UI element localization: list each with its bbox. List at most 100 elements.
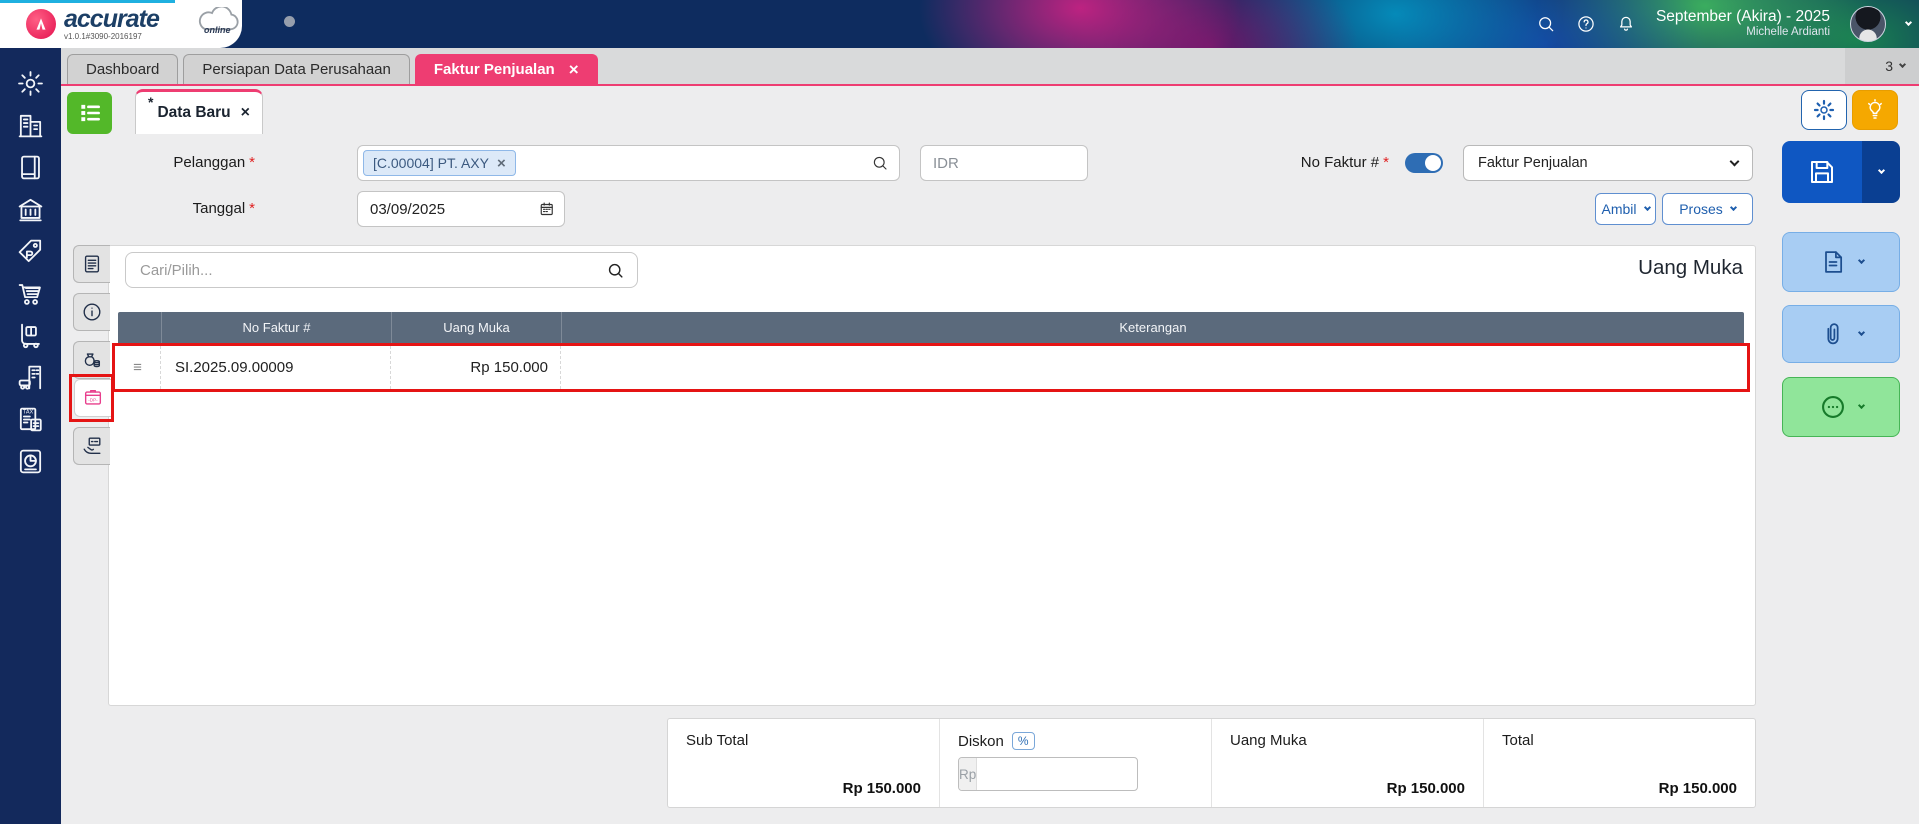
tab-count-dropdown[interactable]: 3 [1845,48,1919,84]
chevron-down-icon [1898,60,1907,68]
side-tab-down-payment[interactable]: -DP- [74,379,111,417]
required-asterisk: * [1383,154,1389,171]
tanggal-input [358,200,539,218]
total-section: Total Rp 150.000 [1483,719,1755,807]
bank-icon [18,198,43,221]
drag-handle-icon[interactable]: ≡ [133,359,142,376]
search-icon[interactable] [871,154,889,172]
cloud-online-icon: online [196,5,240,35]
subtotal-section: Sub Total Rp 150.000 [668,719,939,807]
tab-label: Dashboard [86,61,160,78]
help-icon[interactable] [1576,14,1596,34]
avatar[interactable] [1850,6,1886,42]
tab-label: Persiapan Data Perusahaan [202,61,391,78]
down-payment-card-icon: -DP- [84,389,102,405]
note-icon [84,255,100,273]
table-header-uang-muka: Uang Muka [392,312,562,343]
user-name: Michelle Ardianti [1746,26,1830,39]
chevron-down-icon[interactable] [1904,18,1913,26]
tab-data-baru[interactable]: * Data Baru × [135,89,263,134]
svg-text:TAX: TAX [23,409,34,415]
chevron-down-icon [1857,401,1865,409]
form-settings-button[interactable] [1801,90,1847,130]
document-actions-button[interactable] [1782,232,1900,292]
doc-type-value: Faktur Penjualan [1478,155,1588,171]
more-options-button[interactable] [1782,377,1900,437]
total-value: Rp 150.000 [1658,780,1737,797]
sidebar-item-company[interactable] [10,110,52,140]
money-bag-icon [84,353,101,368]
tab-dashboard[interactable]: Dashboard [67,54,179,84]
chip-remove-icon[interactable]: × [497,155,506,172]
close-icon[interactable]: × [569,61,579,78]
hand-card-icon [83,437,101,455]
book-icon [21,155,40,179]
sidebar-item-tax[interactable]: TAX [10,404,52,434]
no-faktur-toggle[interactable] [1405,153,1443,173]
subtotal-value: Rp 150.000 [842,780,921,797]
pelanggan-label: Pelanggan * [173,154,255,171]
diskon-label: Diskon % [958,732,1193,750]
currency-field[interactable] [920,145,1088,181]
decorative-dot [284,16,295,27]
doc-tab-label: Data Baru [157,104,231,121]
tips-lightbulb-button[interactable] [1852,90,1898,130]
close-icon[interactable]: × [241,104,250,122]
info-icon [83,303,101,321]
brand-name: accurate [64,5,160,33]
app-logo: accurate v1.0.1#3090-2016197 online [0,0,242,48]
shopping-cart-icon [18,283,41,305]
calendar-icon[interactable] [539,200,554,218]
bell-icon[interactable] [1616,14,1636,34]
search-input[interactable] [126,261,606,279]
subtotal-label: Sub Total [686,732,749,749]
save-dropdown-toggle[interactable] [1862,141,1900,203]
ellipsis-circle-icon [1821,396,1844,418]
table-header: No Faktur # Uang Muka Keterangan [118,312,1744,343]
ambil-button[interactable]: Ambil [1595,193,1656,225]
sidebar-item-bank[interactable] [10,194,52,224]
table-header-no-faktur: No Faktur # [162,312,392,343]
search-icon[interactable] [1536,14,1556,34]
sidebar-item-settings[interactable] [10,68,52,98]
tanggal-field[interactable] [357,191,565,227]
document-icon [1824,251,1842,273]
proses-button[interactable]: Proses [1662,193,1753,225]
attachment-button[interactable] [1782,305,1900,363]
percent-badge[interactable]: % [1011,732,1035,750]
save-button[interactable] [1782,141,1862,203]
sidebar-item-reports[interactable] [10,446,52,476]
tab-persiapan-data-perusahaan[interactable]: Persiapan Data Perusahaan [183,54,410,84]
tanggal-label: Tanggal * [192,200,255,217]
diskon-input[interactable] [977,765,1137,783]
diskon-input-group[interactable]: Rp [958,757,1138,791]
sidebar-item-sales[interactable] [10,236,52,266]
doc-type-select[interactable]: Faktur Penjualan [1463,145,1753,181]
sidebar-item-inventory[interactable] [10,320,52,350]
required-asterisk: * [249,154,255,171]
sidebar-item-purchases[interactable] [10,278,52,308]
side-tab-info[interactable] [73,293,110,331]
cell-keterangan [561,346,1747,389]
tab-count: 3 [1885,58,1893,74]
tab-faktur-penjualan[interactable]: Faktur Penjualan × [414,54,598,84]
sidebar-item-journal[interactable] [10,152,52,182]
uang-muka-value: Rp 150.000 [1386,780,1465,797]
pie-chart-report-icon [19,449,42,473]
panel-search-box[interactable] [125,252,638,288]
uang-muka-label: Uang Muka [1230,732,1307,749]
side-tab-payment-hand[interactable] [73,427,110,465]
save-split-button[interactable] [1782,141,1900,203]
chevron-down-icon [1729,156,1740,166]
total-label: Total [1502,732,1534,749]
record-list-button[interactable] [67,92,112,134]
handtruck-icon [21,323,40,348]
search-icon[interactable] [606,261,625,280]
pelanggan-field[interactable]: [C.00004] PT. AXY × [357,145,900,181]
table-row[interactable]: ≡ SI.2025.09.00009 Rp 150.000 [112,343,1750,392]
side-tab-down-payment-money[interactable] [73,341,110,379]
diskon-section: Diskon % Rp [939,719,1211,807]
side-tab-note[interactable] [73,245,110,283]
sidebar-item-assets[interactable] [10,362,52,392]
chevron-down-icon [1643,203,1651,211]
